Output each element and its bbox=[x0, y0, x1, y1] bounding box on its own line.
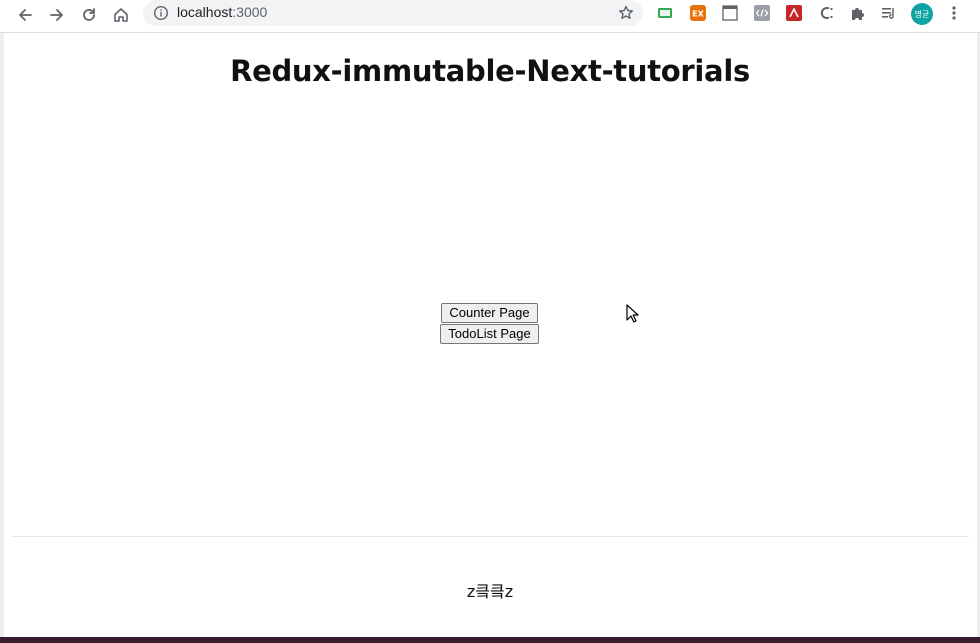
browser-toolbar: localhost:3000 EX 명균 bbox=[0, 0, 980, 30]
todolist-page-button[interactable]: TodoList Page bbox=[440, 324, 539, 344]
menu-kebab-icon[interactable] bbox=[946, 5, 962, 21]
extension-window-icon[interactable] bbox=[722, 5, 738, 21]
media-queue-icon[interactable] bbox=[881, 5, 897, 21]
url-host: localhost bbox=[177, 4, 233, 20]
profile-initial: 명균 bbox=[914, 9, 930, 19]
extension-screen-icon[interactable] bbox=[657, 5, 673, 21]
svg-text:EX: EX bbox=[692, 10, 704, 19]
toolbar-divider bbox=[0, 32, 980, 33]
reload-icon bbox=[83, 8, 95, 21]
nav-button-group: Counter Page TodoList Page bbox=[439, 303, 540, 345]
desktop-bottom-strip bbox=[0, 637, 980, 643]
window-edge-left bbox=[0, 33, 4, 639]
profile-avatar[interactable]: 명균 bbox=[911, 3, 933, 25]
mouse-cursor-icon bbox=[626, 304, 639, 323]
page-title: Redux-immutable-Next-tutorials bbox=[230, 54, 750, 88]
forward-button[interactable] bbox=[45, 3, 69, 27]
extension-ex-icon[interactable]: EX bbox=[690, 5, 706, 21]
reload-button[interactable] bbox=[77, 3, 101, 27]
info-icon[interactable] bbox=[153, 5, 169, 21]
extensions-puzzle-icon[interactable] bbox=[850, 5, 866, 21]
bookmark-star-icon[interactable] bbox=[617, 4, 635, 22]
address-bar[interactable]: localhost:3000 bbox=[143, 0, 643, 26]
extension-c-icon[interactable] bbox=[818, 5, 834, 21]
counter-page-button[interactable]: Counter Page bbox=[441, 303, 538, 323]
url-text[interactable]: localhost:3000 bbox=[177, 4, 267, 20]
extension-red-icon[interactable] bbox=[786, 5, 802, 21]
footer-text: z킄킄z bbox=[466, 582, 514, 601]
home-icon bbox=[114, 8, 128, 22]
home-button[interactable] bbox=[109, 3, 133, 27]
back-button[interactable] bbox=[13, 3, 37, 27]
arrow-right-icon bbox=[50, 9, 63, 21]
arrow-left-icon bbox=[19, 9, 32, 21]
extension-code-icon[interactable] bbox=[754, 5, 770, 21]
footer-divider bbox=[11, 536, 969, 537]
url-port: :3000 bbox=[232, 4, 268, 20]
